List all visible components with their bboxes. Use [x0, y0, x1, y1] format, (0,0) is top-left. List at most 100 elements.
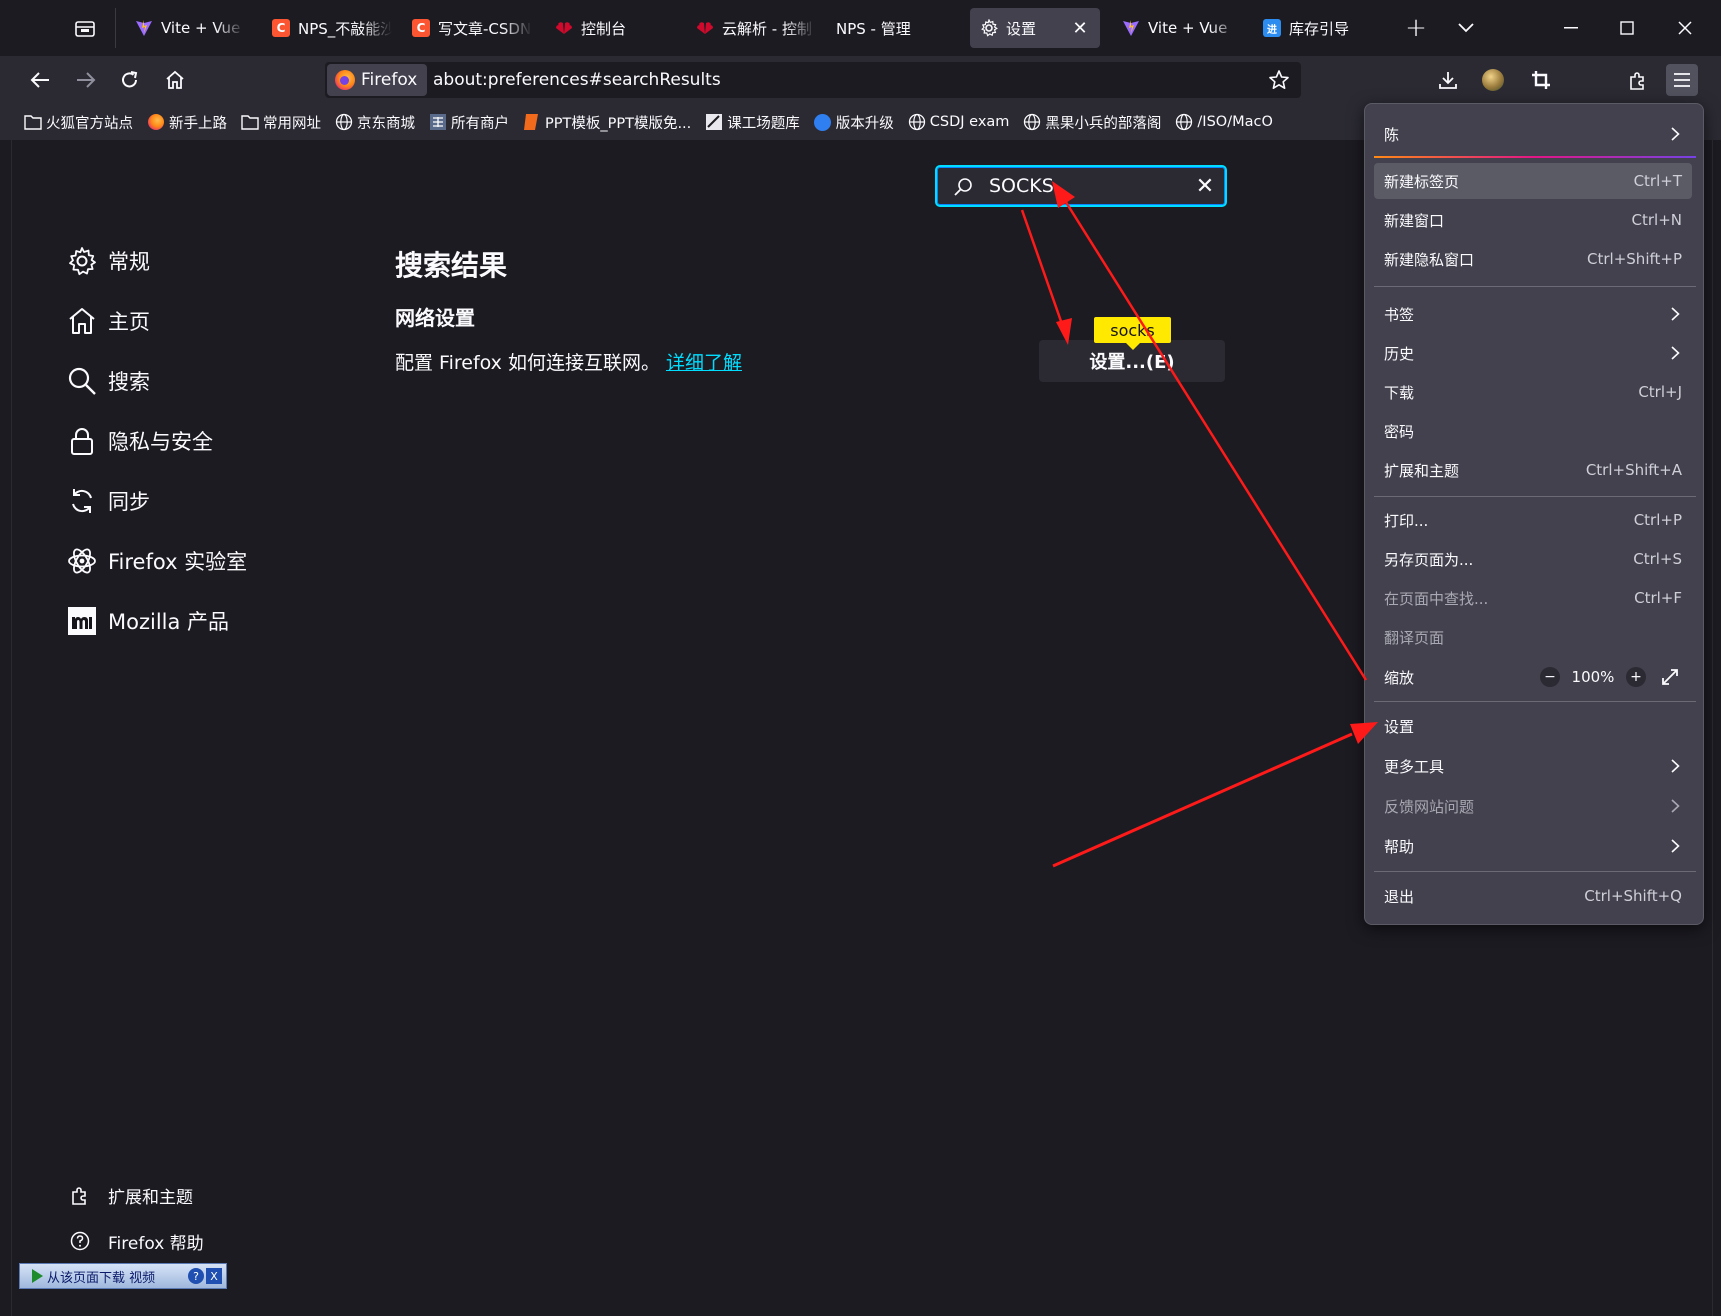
tab-csdn-2[interactable]: C 写文章-CSDN: [402, 8, 532, 48]
extensions-button[interactable]: [1622, 64, 1654, 96]
firefox-icon: [335, 70, 355, 90]
menu-addons[interactable]: 扩展和主题 Ctrl+Shift+A: [1374, 452, 1692, 488]
bookmark-item[interactable]: 课工场题库: [705, 112, 800, 133]
preferences-search-input[interactable]: SOCKS ✕: [935, 165, 1227, 207]
menu-new-window[interactable]: 新建窗口 Ctrl+N: [1374, 202, 1692, 238]
menu-bookmarks[interactable]: 书签: [1374, 296, 1692, 332]
bookmark-star-button[interactable]: [1267, 68, 1291, 92]
help-link[interactable]: Firefox 帮助: [68, 1226, 204, 1256]
tab-nps-admin[interactable]: NPS - 管理: [826, 8, 956, 48]
menu-passwords[interactable]: 密码: [1374, 413, 1692, 449]
arrow-to-settings-item: [1052, 722, 1378, 868]
download-bar-label: 从该页面下载 视频: [47, 1270, 156, 1286]
url-bar[interactable]: Firefox about:preferences#searchResults: [325, 62, 1301, 98]
help-icon[interactable]: ?: [188, 1268, 204, 1284]
category-general[interactable]: 常规: [66, 241, 150, 281]
fullscreen-icon[interactable]: [1658, 665, 1682, 689]
menu-shortcut: Ctrl+S: [1633, 550, 1682, 568]
menu-translate[interactable]: 翻译页面: [1374, 619, 1692, 655]
menu-save-page[interactable]: 另存页面为... Ctrl+S: [1374, 541, 1692, 577]
zoom-in-button[interactable]: +: [1626, 667, 1646, 687]
menu-label: 密码: [1384, 422, 1415, 441]
puzzle-icon: [68, 1183, 92, 1207]
category-search[interactable]: 搜索: [66, 361, 150, 401]
menu-help[interactable]: 帮助: [1374, 828, 1692, 864]
close-window-button[interactable]: [1665, 8, 1705, 48]
home-icon: [166, 70, 184, 89]
category-sync[interactable]: 同步: [66, 481, 150, 521]
menu-separator: [1374, 496, 1696, 497]
menu-more-tools[interactable]: 更多工具: [1374, 748, 1692, 784]
maximize-button[interactable]: [1607, 8, 1647, 48]
category-privacy[interactable]: 隐私与安全: [66, 421, 213, 461]
firefox-view-button[interactable]: [70, 14, 100, 44]
menu-downloads[interactable]: 下载 Ctrl+J: [1374, 374, 1692, 410]
chevron-right-icon: [1668, 839, 1682, 853]
menu-find-in-page[interactable]: 在页面中查找... Ctrl+F: [1374, 580, 1692, 616]
menu-report-site[interactable]: 反馈网站问题: [1374, 788, 1692, 824]
menu-profile[interactable]: 陈: [1374, 116, 1692, 152]
crop-extension-button[interactable]: [1525, 64, 1557, 96]
app-menu-button[interactable]: [1666, 64, 1698, 96]
bookmark-item[interactable]: PPT模板_PPT模版免...: [523, 112, 691, 133]
tab-settings[interactable]: 设置 ✕: [970, 8, 1100, 48]
menu-separator: [1374, 701, 1696, 702]
back-button[interactable]: [24, 64, 56, 96]
tab-csdn-1[interactable]: C NPS_不敲能沙: [262, 8, 392, 48]
avatar-icon: [1482, 69, 1504, 91]
tab-vite-1[interactable]: Vite + Vue: [125, 8, 245, 48]
url-input[interactable]: about:preferences#searchResults: [433, 62, 721, 98]
minimize-button[interactable]: [1551, 8, 1591, 48]
profile-avatar-button[interactable]: [1477, 64, 1509, 96]
bookmark-item[interactable]: 版本升级: [814, 112, 894, 133]
bookmark-item[interactable]: CSDJ exam: [908, 113, 1009, 131]
close-tab-icon[interactable]: ✕: [1068, 16, 1092, 40]
home-button[interactable]: [159, 64, 191, 96]
folder-icon: [241, 113, 259, 131]
menu-print[interactable]: 打印... Ctrl+P: [1374, 502, 1692, 538]
category-experimental[interactable]: Firefox 实验室: [66, 541, 247, 581]
chevron-right-icon: [1668, 127, 1682, 141]
vite-icon: [135, 19, 153, 37]
downloads-button[interactable]: [1432, 64, 1464, 96]
app-menu-panel: 陈 新建标签页 Ctrl+T 新建窗口 Ctrl+N 新建隐私窗口 Ctrl+S…: [1364, 103, 1704, 925]
menu-quit[interactable]: 退出 Ctrl+Shift+Q: [1374, 878, 1692, 914]
window-right-edge: [1712, 140, 1721, 1316]
zoom-out-button[interactable]: −: [1540, 667, 1560, 687]
menu-settings[interactable]: 设置: [1374, 708, 1692, 744]
video-download-bar[interactable]: 从该页面下载 视频 ? X: [19, 1263, 227, 1289]
menu-new-tab[interactable]: 新建标签页 Ctrl+T: [1374, 163, 1692, 199]
list-all-tabs-button[interactable]: [1446, 8, 1486, 48]
bookmark-item[interactable]: 新手上路: [147, 112, 227, 133]
new-tab-button[interactable]: +: [1396, 8, 1436, 48]
tab-fade: [215, 8, 245, 48]
bookmark-folder[interactable]: 火狐官方站点: [24, 112, 133, 133]
bookmark-folder[interactable]: 常用网址: [241, 112, 321, 133]
tab-inventory[interactable]: 进 库存引导: [1253, 8, 1383, 48]
bookmark-item[interactable]: 黑果小兵的部落阁: [1023, 112, 1161, 133]
category-mozilla-products[interactable]: Mozilla 产品: [66, 601, 229, 641]
reload-button[interactable]: [114, 64, 146, 96]
tab-huawei-dns[interactable]: 云解析 - 控制: [686, 8, 816, 48]
clear-search-icon[interactable]: ✕: [1193, 174, 1217, 199]
menu-new-private-window[interactable]: 新建隐私窗口 Ctrl+Shift+P: [1374, 241, 1692, 277]
identity-box[interactable]: Firefox: [327, 64, 428, 96]
learn-more-link[interactable]: 详细了解: [666, 352, 742, 374]
bookmark-item[interactable]: 所有商户: [429, 112, 509, 133]
addons-link[interactable]: 扩展和主题: [68, 1180, 193, 1210]
forward-button[interactable]: [70, 64, 102, 96]
zoom-level[interactable]: 100%: [1560, 668, 1626, 686]
huawei-icon: [696, 19, 714, 37]
play-icon: [32, 1269, 43, 1283]
bookmark-item[interactable]: /ISO/MacO: [1175, 113, 1273, 131]
menu-shortcut: Ctrl+F: [1634, 589, 1682, 607]
tab-huawei-console[interactable]: 控制台: [545, 8, 675, 48]
menu-shortcut: Ctrl+N: [1631, 211, 1682, 229]
category-label: Mozilla 产品: [108, 610, 230, 634]
tab-title: NPS - 管理: [836, 19, 911, 38]
bookmark-item[interactable]: 京东商城: [335, 112, 415, 133]
menu-history[interactable]: 历史: [1374, 335, 1692, 371]
category-home[interactable]: 主页: [66, 301, 150, 341]
tab-vite-2[interactable]: Vite + Vue: [1112, 8, 1240, 48]
close-icon[interactable]: X: [206, 1268, 222, 1284]
